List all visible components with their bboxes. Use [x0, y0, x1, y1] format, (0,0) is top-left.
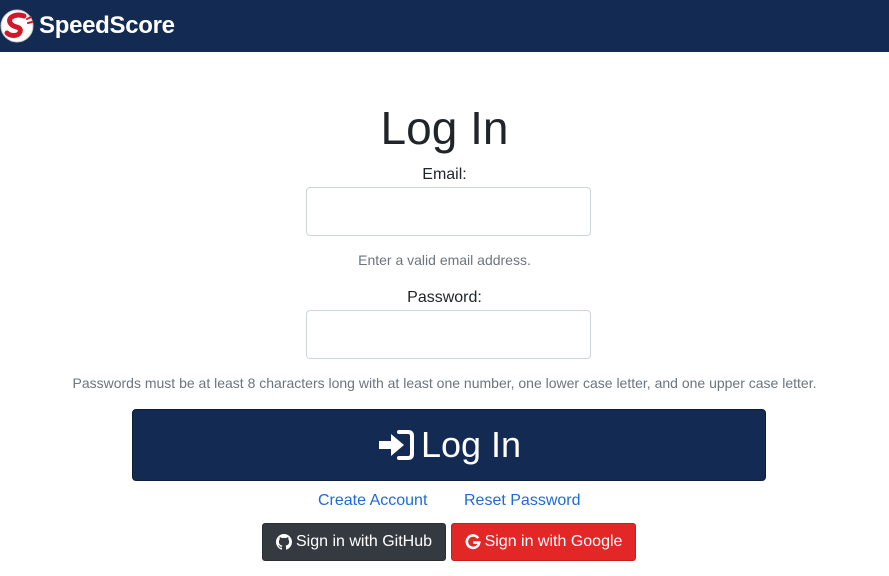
login-button-label: Log In	[420, 424, 522, 465]
create-account-link[interactable]: Create Account	[318, 492, 427, 510]
speedscore-logo-icon	[0, 9, 34, 43]
password-label: Password:	[407, 289, 482, 306]
sign-in-icon	[378, 430, 414, 460]
password-help-text: Passwords must be at least 8 characters …	[72, 375, 817, 391]
brand-name: SpeedScore	[39, 12, 175, 39]
google-icon	[465, 534, 481, 550]
github-icon	[275, 534, 292, 550]
google-button-label: Sign in with Google	[484, 533, 623, 550]
google-signin-button[interactable]: Sign in with Google	[451, 523, 636, 561]
password-field[interactable]	[306, 310, 591, 359]
login-button[interactable]: Log In	[132, 409, 766, 481]
top-navbar: SpeedScore	[0, 0, 889, 52]
brand-link[interactable]: SpeedScore	[0, 9, 175, 43]
email-label: Email:	[422, 166, 467, 183]
email-help-text: Enter a valid email address.	[358, 252, 531, 268]
reset-password-link[interactable]: Reset Password	[464, 492, 581, 510]
github-signin-button[interactable]: Sign in with GitHub	[262, 523, 446, 561]
email-field[interactable]	[306, 187, 591, 236]
github-button-label: Sign in with GitHub	[295, 533, 433, 550]
page-title: Log In	[380, 102, 509, 154]
